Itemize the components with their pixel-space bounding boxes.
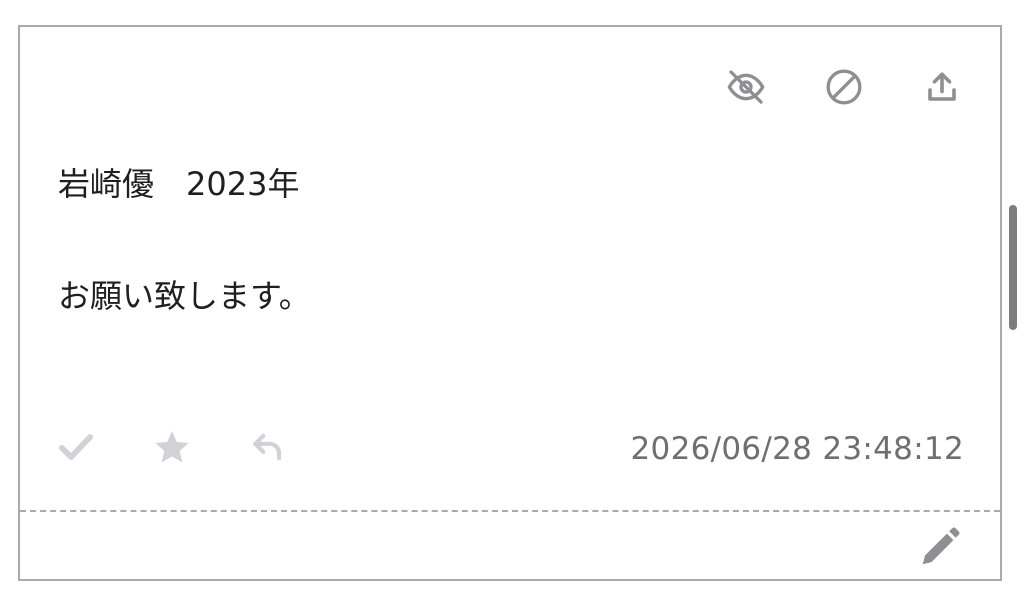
message-text-line-1: 岩崎優 2023年 bbox=[58, 165, 300, 203]
message-text-line-2: お願い致します。 bbox=[58, 277, 311, 315]
reply-button[interactable] bbox=[248, 427, 288, 467]
dashed-divider bbox=[20, 510, 1000, 512]
upload-icon bbox=[928, 72, 956, 101]
hide-button[interactable] bbox=[726, 67, 766, 107]
block-icon bbox=[826, 69, 862, 105]
scrollbar[interactable] bbox=[1009, 205, 1017, 330]
share-button[interactable] bbox=[922, 67, 962, 107]
check-button[interactable] bbox=[56, 427, 96, 467]
eye-off-icon bbox=[727, 70, 765, 104]
star-button[interactable] bbox=[152, 427, 192, 467]
message-card: 岩崎優 2023年 お願い致します。 2026/06/28 23:48:12 bbox=[18, 25, 1002, 581]
pencil-icon bbox=[922, 527, 960, 565]
top-toolbar bbox=[726, 67, 962, 107]
edit-button[interactable] bbox=[916, 523, 964, 571]
check-icon bbox=[59, 434, 93, 460]
message-timestamp: 2026/06/28 23:48:12 bbox=[630, 431, 964, 467]
block-button[interactable] bbox=[824, 67, 864, 107]
message-actions bbox=[56, 427, 288, 467]
reply-icon bbox=[253, 433, 282, 461]
star-icon bbox=[155, 431, 189, 463]
